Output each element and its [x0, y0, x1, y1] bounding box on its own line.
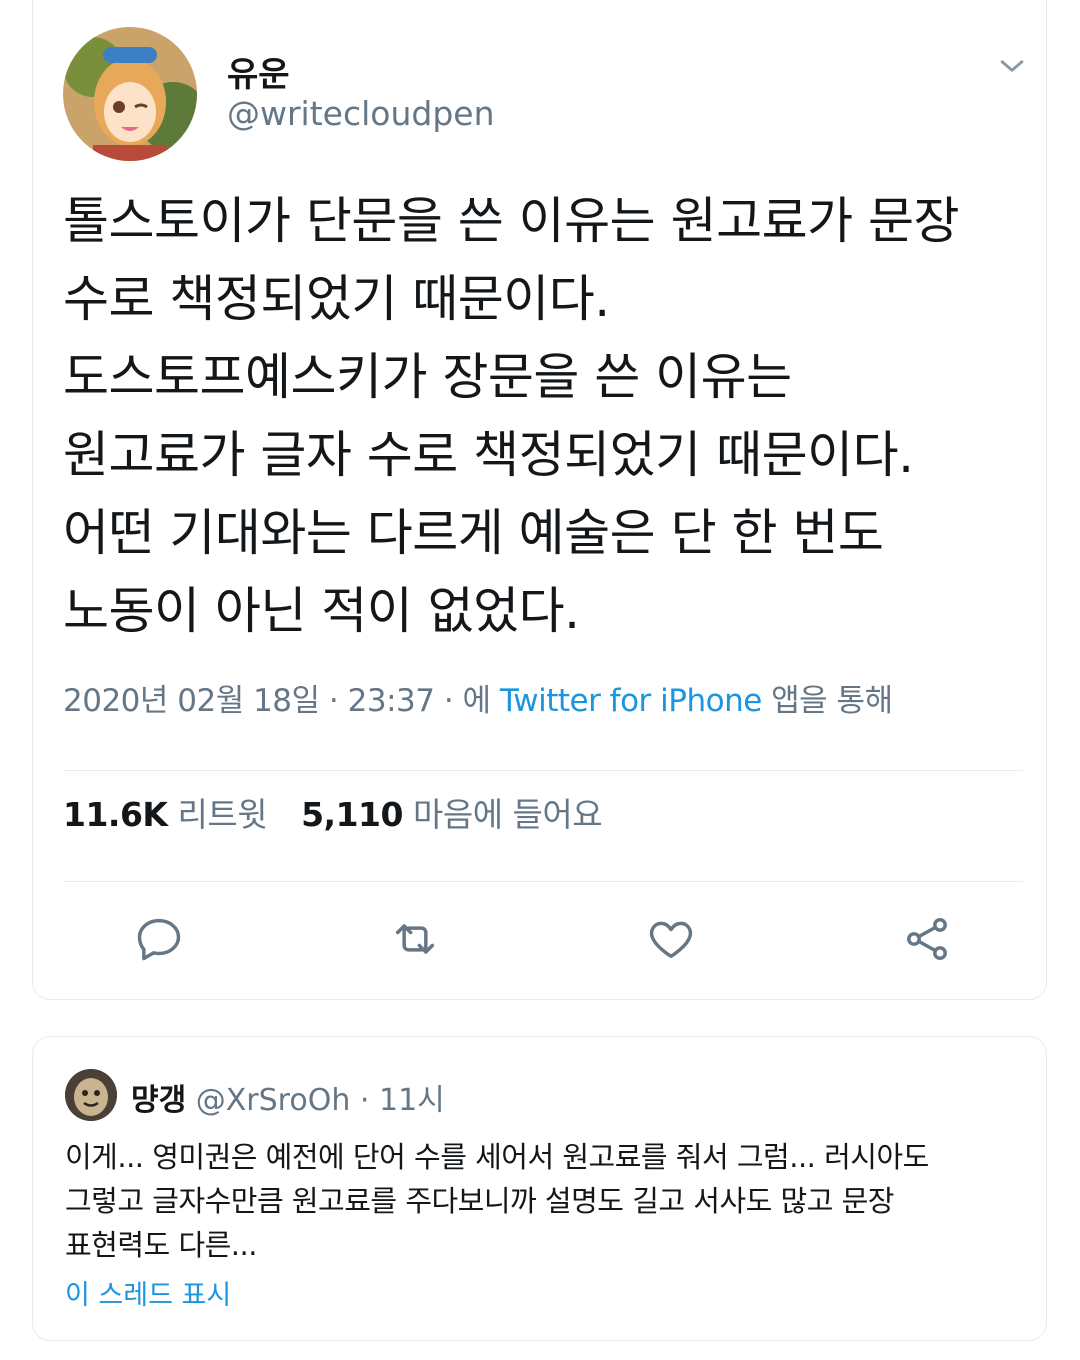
retweet-icon[interactable]: [389, 913, 441, 965]
quoted-reply-card[interactable]: 먕갱 @XrSroOh · 11시 이게... 영미권은 예전에 단어 수를 세…: [32, 1036, 1047, 1341]
show-thread-link[interactable]: 이 스레드 표시: [65, 1273, 231, 1312]
via-prefix: 에: [462, 683, 492, 719]
reply-text: 이게... 영미권은 예전에 단어 수를 세어서 원고료를 줘서 그럼... 러…: [65, 1140, 929, 1262]
author-avatar[interactable]: [63, 27, 197, 161]
reply-avatar[interactable]: [65, 1069, 117, 1121]
reply-time[interactable]: 11시: [379, 1083, 445, 1118]
source-app-link[interactable]: Twitter for iPhone: [500, 683, 762, 719]
tweet-date[interactable]: 2020년 02월 18일: [63, 683, 320, 719]
retweet-count[interactable]: 11.6K: [63, 795, 168, 834]
main-tweet-card: 유운 @writecloudpen 톨스토이가 단문을 쓴 이유는 원고료가 문…: [32, 0, 1047, 1000]
divider: [63, 881, 1023, 882]
like-count[interactable]: 5,110: [301, 795, 403, 834]
reply-author-handle[interactable]: @XrSroOh: [196, 1083, 351, 1118]
share-icon[interactable]: [901, 913, 953, 965]
heart-icon[interactable]: [645, 913, 697, 965]
reply-icon[interactable]: [133, 913, 185, 965]
tweet-meta: 2020년 02월 18일 · 23:37 · 에 Twitter for iP…: [63, 683, 893, 719]
tweet-time[interactable]: 23:37: [348, 683, 435, 719]
reply-author-name[interactable]: 먕갱: [131, 1083, 186, 1118]
via-suffix: 앱을 통해: [771, 683, 893, 719]
author-name[interactable]: 유운: [227, 47, 290, 96]
tweet-stats: 11.6K 리트윗 5,110 마음에 들어요: [63, 788, 603, 836]
chevron-down-icon[interactable]: [995, 49, 1029, 83]
author-handle[interactable]: @writecloudpen: [227, 94, 495, 133]
reply-separator: ·: [359, 1083, 370, 1118]
like-label[interactable]: 마음에 들어요: [413, 795, 603, 834]
retweet-label[interactable]: 리트윗: [178, 795, 268, 834]
tweet-text: 톨스토이가 단문을 쓴 이유는 원고료가 문장 수로 책정되었기 때문이다. 도…: [63, 192, 959, 640]
divider: [63, 770, 1023, 771]
reply-header: 먕갱 @XrSroOh · 11시: [131, 1075, 445, 1119]
